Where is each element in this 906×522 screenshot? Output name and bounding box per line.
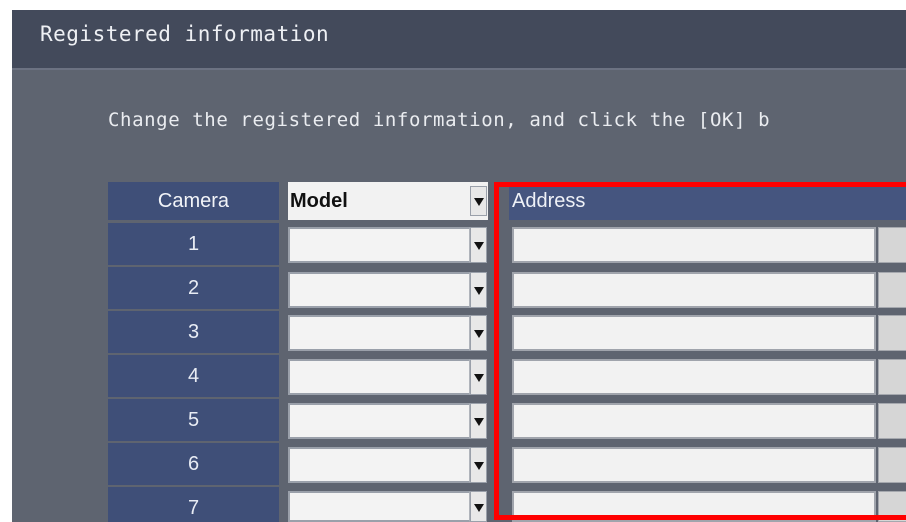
address-input-3[interactable] xyxy=(512,315,876,351)
model-select-3[interactable] xyxy=(288,315,470,351)
registered-information-window: Registered information Change the regist… xyxy=(12,10,906,522)
address-input-2[interactable] xyxy=(512,272,876,308)
model-dropdown-icon-4[interactable] xyxy=(470,359,487,395)
address-input-1[interactable] xyxy=(512,227,876,263)
model-dropdown-icon-3[interactable] xyxy=(470,315,487,351)
model-select-5[interactable] xyxy=(288,403,470,439)
address-browse-button-3[interactable] xyxy=(878,315,906,351)
address-input-5[interactable] xyxy=(512,403,876,439)
address-input-4[interactable] xyxy=(512,359,876,395)
address-browse-button-6[interactable] xyxy=(878,447,906,483)
address-column-header: Address xyxy=(509,182,906,220)
model-dropdown-icon-1[interactable] xyxy=(470,227,487,263)
model-header-dropdown-icon[interactable] xyxy=(470,186,487,216)
address-input-6[interactable] xyxy=(512,447,876,483)
camera-number-4: 4 xyxy=(108,355,279,397)
model-select-2[interactable] xyxy=(288,272,470,308)
model-column-header: Model xyxy=(288,182,488,220)
address-browse-button-7[interactable] xyxy=(878,491,906,522)
model-dropdown-icon-2[interactable] xyxy=(470,272,487,308)
camera-number-3: 3 xyxy=(108,311,279,353)
address-browse-button-5[interactable] xyxy=(878,403,906,439)
title-bar: Registered information xyxy=(12,10,906,70)
address-browse-button-2[interactable] xyxy=(878,272,906,308)
model-select-4[interactable] xyxy=(288,359,470,395)
camera-number-5: 5 xyxy=(108,399,279,441)
camera-column-header: Camera xyxy=(108,182,279,220)
model-select-6[interactable] xyxy=(288,447,470,483)
camera-number-1: 1 xyxy=(108,223,279,265)
address-browse-button-4[interactable] xyxy=(878,359,906,395)
model-dropdown-icon-7[interactable] xyxy=(470,491,487,522)
window-title: Registered information xyxy=(40,22,330,46)
instruction-text: Change the registered information, and c… xyxy=(108,109,771,131)
model-dropdown-icon-5[interactable] xyxy=(470,403,487,439)
model-dropdown-icon-6[interactable] xyxy=(470,447,487,483)
address-browse-button-1[interactable] xyxy=(878,227,906,263)
address-input-7[interactable] xyxy=(512,491,876,522)
camera-number-6: 6 xyxy=(108,443,279,485)
camera-number-2: 2 xyxy=(108,267,279,309)
model-select-1[interactable] xyxy=(288,227,470,263)
model-select-7[interactable] xyxy=(288,491,470,522)
camera-number-7: 7 xyxy=(108,487,279,522)
